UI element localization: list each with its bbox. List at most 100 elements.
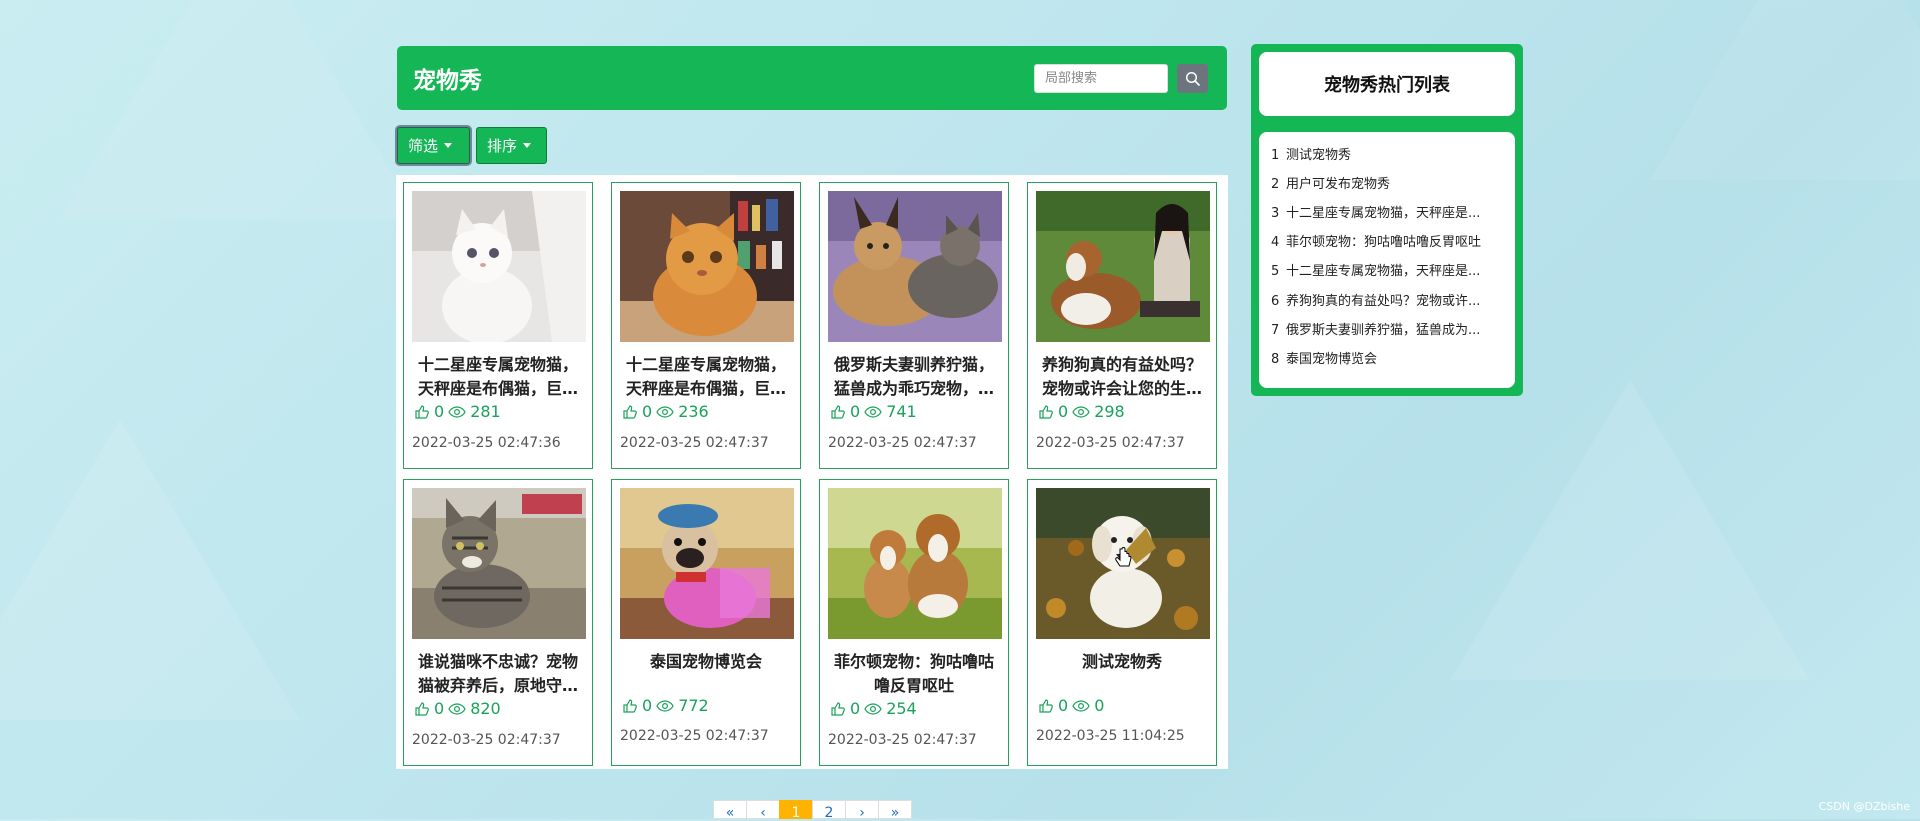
pet-card-date: 2022-03-25 02:47:37 <box>412 732 561 748</box>
hot-list-title: 宠物秀热门列表 <box>1259 52 1515 116</box>
pet-card-title[interactable]: 菲尔顿宠物：狗咕噜咕噜反胃呕吐 <box>828 650 1000 698</box>
thumbs-up-icon[interactable] <box>830 701 846 717</box>
thumbs-up-icon[interactable] <box>414 404 430 420</box>
hand-pointer-cursor-icon <box>1115 547 1132 567</box>
like-count: 0 <box>1058 402 1069 421</box>
hot-list-panel: 宠物秀热门列表 1 测试宠物秀 2 用户可发布宠物秀 3 十二星座专属宠物猫，天秤座是… <box>1251 44 1523 396</box>
view-count: 254 <box>886 699 917 718</box>
pet-card-date: 2022-03-25 02:47:37 <box>620 435 769 451</box>
hot-item-number: 7 <box>1271 323 1280 338</box>
thumbs-up-icon[interactable] <box>830 404 846 420</box>
hot-item-number: 2 <box>1271 177 1280 192</box>
sort-dropdown-button[interactable]: 排序 <box>476 127 547 164</box>
hot-item-number: 1 <box>1271 148 1280 163</box>
background-shape <box>1450 380 1810 680</box>
pet-card-title[interactable]: 泰国宠物博览会 <box>620 650 792 698</box>
pet-card-title[interactable]: 谁说猫咪不忠诚？宠物猫被弃养后，原地守… <box>412 650 584 698</box>
page-first-button[interactable]: « <box>713 800 747 821</box>
pet-card-stats: 0 741 <box>830 402 917 421</box>
pet-card[interactable]: 谁说猫咪不忠诚？宠物猫被弃养后，原地守… 0 820 2022-03-25 02… <box>403 479 593 766</box>
hot-item-label: 十二星座专属宠物猫，天秤座是... <box>1286 264 1481 279</box>
pet-card-title[interactable]: 十二星座专属宠物猫，天秤座是布偶猫，巨… <box>412 353 584 401</box>
pet-card-stats: 0 298 <box>1038 402 1125 421</box>
hot-list: 1 测试宠物秀 2 用户可发布宠物秀 3 十二星座专属宠物猫，天秤座是... 4 菲尔顿… <box>1259 132 1515 388</box>
pet-card-stats: 0 254 <box>830 699 917 718</box>
pet-card-date: 2022-03-25 02:47:37 <box>620 728 769 744</box>
page-last-button[interactable]: » <box>878 800 912 821</box>
thumbs-up-icon[interactable] <box>622 404 638 420</box>
pet-card-date: 2022-03-25 02:47:37 <box>1036 435 1185 451</box>
pet-card[interactable]: 养狗狗真的有益处吗？宠物或许会让您的生… 0 298 2022-03-25 02… <box>1027 182 1217 469</box>
hot-list-item[interactable]: 4 菲尔顿宠物：狗咕噜咕噜反胃呕吐 <box>1271 231 1509 250</box>
thumbs-up-icon[interactable] <box>414 701 430 717</box>
hot-list-item[interactable]: 7 俄罗斯夫妻驯养狞猫，猛兽成为... <box>1271 319 1509 338</box>
hot-item-number: 8 <box>1271 352 1280 367</box>
background-shape <box>1650 0 1920 180</box>
pet-card-title[interactable]: 测试宠物秀 <box>1036 650 1208 698</box>
hot-item-label: 用户可发布宠物秀 <box>1286 177 1391 192</box>
pet-show-grid: 十二星座专属宠物猫，天秤座是布偶猫，巨… 0 281 2022-03-25 02… <box>396 175 1228 769</box>
hot-item-number: 5 <box>1271 264 1280 279</box>
pet-card-stats: 0 820 <box>414 699 501 718</box>
pet-image-dressed-pug[interactable] <box>620 488 794 639</box>
sort-label: 排序 <box>487 137 518 155</box>
pet-image-white-kitten[interactable] <box>412 191 586 342</box>
thumbs-up-icon[interactable] <box>1038 404 1054 420</box>
pet-card[interactable]: 菲尔顿宠物：狗咕噜咕噜反胃呕吐 0 254 2022-03-25 02:47:3… <box>819 479 1009 766</box>
eye-icon <box>448 405 466 418</box>
pet-card-title[interactable]: 十二星座专属宠物猫，天秤座是布偶猫，巨… <box>620 353 792 401</box>
hot-item-number: 6 <box>1271 294 1280 309</box>
caret-down-icon <box>523 143 532 148</box>
hot-list-item[interactable]: 1 测试宠物秀 <box>1271 144 1509 163</box>
hot-list-item[interactable]: 2 用户可发布宠物秀 <box>1271 173 1509 192</box>
hot-item-label: 测试宠物秀 <box>1286 148 1352 163</box>
hot-item-number: 4 <box>1271 235 1280 250</box>
page-2-button[interactable]: 2 <box>812 800 846 821</box>
pet-card-title[interactable]: 俄罗斯夫妻驯养狞猫，猛兽成为乖巧宠物，… <box>828 353 1000 401</box>
eye-icon <box>656 699 674 712</box>
hot-list-item[interactable]: 6 养狗狗真的有益处吗？宠物或许... <box>1271 290 1509 309</box>
filter-dropdown-button[interactable]: 筛选 <box>397 127 470 164</box>
like-count: 0 <box>434 699 445 718</box>
pet-card-date: 2022-03-25 02:47:37 <box>828 435 977 451</box>
view-count: 772 <box>678 696 709 715</box>
caret-down-icon <box>444 143 453 148</box>
hot-list-item[interactable]: 5 十二星座专属宠物猫，天秤座是... <box>1271 260 1509 279</box>
pet-image-collie-and-girl[interactable] <box>1036 191 1210 342</box>
pet-image-tabby-cat[interactable] <box>412 488 586 639</box>
pet-card[interactable]: 俄罗斯夫妻驯养狞猫，猛兽成为乖巧宠物，… 0 741 2022-03-25 02… <box>819 182 1009 469</box>
view-count: 820 <box>470 699 501 718</box>
pet-card[interactable]: 测试宠物秀 0 0 2022-03-25 11:04:25 <box>1027 479 1217 766</box>
pet-card-stats: 0 281 <box>414 402 501 421</box>
hot-list-item[interactable]: 8 泰国宠物博览会 <box>1271 348 1509 367</box>
pet-image-beagle-puppies[interactable] <box>828 488 1002 639</box>
pet-card-title[interactable]: 养狗狗真的有益处吗？宠物或许会让您的生… <box>1036 353 1208 401</box>
eye-icon <box>1072 405 1090 418</box>
pet-image-orange-exotic-cat[interactable] <box>620 191 794 342</box>
pet-card[interactable]: 泰国宠物博览会 0 772 2022-03-25 02:47:37 <box>611 479 801 766</box>
hot-list-item[interactable]: 3 十二星座专属宠物猫，天秤座是... <box>1271 202 1509 221</box>
pet-card[interactable]: 十二星座专属宠物猫，天秤座是布偶猫，巨… 0 236 2022-03-25 02… <box>611 182 801 469</box>
view-count: 281 <box>470 402 501 421</box>
page-prev-button[interactable]: ‹ <box>746 800 780 821</box>
like-count: 0 <box>850 699 861 718</box>
page-next-button[interactable]: › <box>845 800 879 821</box>
like-count: 0 <box>434 402 445 421</box>
search-icon <box>1185 71 1200 86</box>
pet-card-date: 2022-03-25 02:47:37 <box>828 732 977 748</box>
pet-image-caracal-and-cat[interactable] <box>828 191 1002 342</box>
page-1-button[interactable]: 1 <box>779 800 813 821</box>
background-shape <box>60 0 420 220</box>
thumbs-up-icon[interactable] <box>1038 698 1054 714</box>
pet-card[interactable]: 十二星座专属宠物猫，天秤座是布偶猫，巨… 0 281 2022-03-25 02… <box>403 182 593 469</box>
pet-card-stats: 0 236 <box>622 402 709 421</box>
search-button[interactable] <box>1177 64 1208 93</box>
thumbs-up-icon[interactable] <box>622 698 638 714</box>
eye-icon <box>448 702 466 715</box>
like-count: 0 <box>1058 696 1069 715</box>
view-count: 236 <box>678 402 709 421</box>
hot-item-label: 养狗狗真的有益处吗？宠物或许... <box>1286 294 1481 309</box>
search-input[interactable] <box>1034 64 1168 93</box>
like-count: 0 <box>642 402 653 421</box>
view-count: 0 <box>1094 696 1105 715</box>
